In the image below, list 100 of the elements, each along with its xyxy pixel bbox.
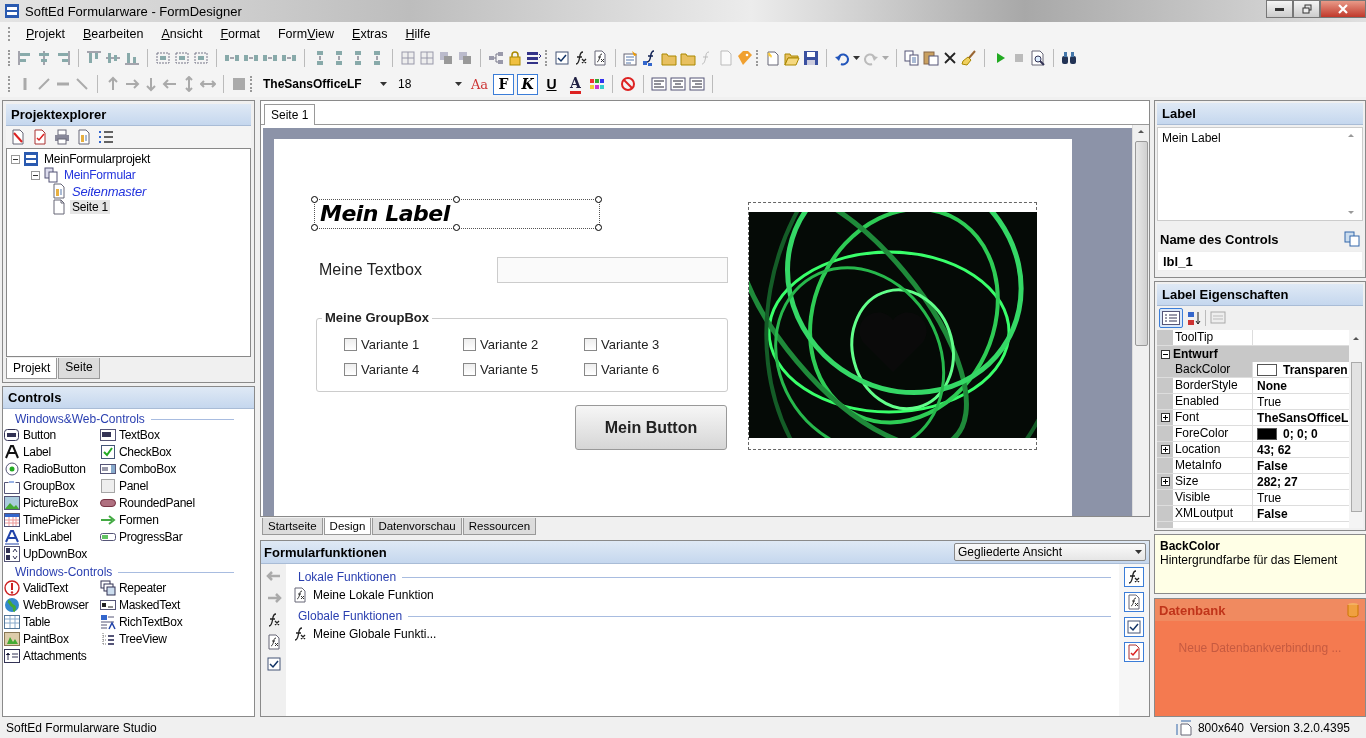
tag-icon[interactable] [737, 50, 753, 66]
scrollbar[interactable] [1349, 330, 1363, 528]
layers-icon[interactable] [438, 50, 454, 66]
property-name[interactable]: Location [1173, 442, 1253, 457]
master-page-icon[interactable] [76, 129, 92, 145]
save-icon[interactable] [803, 50, 819, 66]
expand-icon[interactable] [1160, 477, 1170, 486]
control-item[interactable]: GroupBox [23, 479, 75, 493]
tree-item[interactable]: MeinFormular [62, 168, 138, 182]
view-dropdown[interactable]: Gegliederte Ansicht [954, 543, 1146, 561]
function-item[interactable]: Meine Globale Funkti... [313, 627, 437, 641]
checkbox[interactable] [463, 338, 476, 351]
property-name[interactable]: BackColor [1173, 362, 1253, 377]
menu-item[interactable]: Extras [343, 24, 397, 43]
dropdown-arrow-icon[interactable] [853, 56, 860, 60]
align-top-icon[interactable] [86, 50, 102, 66]
menu-item[interactable]: Ansicht [152, 24, 212, 43]
control-name-field[interactable]: lbl_1 [1157, 251, 1363, 271]
side-button[interactable] [1124, 617, 1144, 637]
checkbox[interactable] [344, 363, 357, 376]
expand-icon[interactable] [1160, 413, 1170, 422]
folder-icon[interactable] [680, 50, 696, 66]
text-align-left-icon[interactable] [651, 76, 667, 92]
print-preview-icon[interactable] [1030, 50, 1046, 66]
close-button[interactable] [1320, 0, 1366, 18]
copy-icon[interactable] [1344, 231, 1360, 247]
same-size-icon[interactable] [155, 50, 171, 66]
collapse-icon[interactable] [11, 154, 20, 164]
grow-font-button[interactable]: Aa [469, 73, 490, 95]
property-pages-icon[interactable] [1210, 310, 1226, 326]
function-document-icon[interactable] [592, 50, 608, 66]
color-palette-icon[interactable] [589, 76, 605, 92]
control-item[interactable]: ComboBox [119, 462, 176, 476]
property-value[interactable]: Transparen [1283, 362, 1348, 377]
control-item[interactable]: TimePicker [23, 513, 80, 527]
control-item[interactable]: Attachments [23, 649, 87, 663]
function-document-icon[interactable] [265, 634, 282, 650]
control-item[interactable]: TextBox [119, 428, 160, 442]
property-value[interactable]: 282; 27 [1257, 474, 1298, 489]
checkbox-icon[interactable] [265, 656, 282, 672]
side-button[interactable] [1124, 592, 1144, 612]
text-align-center-icon[interactable] [670, 76, 686, 92]
control-item[interactable]: UpDownBox [23, 547, 87, 561]
control-item[interactable]: PaintBox [23, 632, 69, 646]
numbered-list-icon[interactable] [98, 129, 114, 145]
italic-button[interactable]: K [517, 73, 538, 95]
scrollbar[interactable] [1132, 125, 1149, 516]
copy-icon[interactable] [904, 50, 920, 66]
same-size-icon[interactable] [174, 50, 190, 66]
checkbox[interactable] [584, 338, 597, 351]
menu-item[interactable]: Projekt [17, 24, 74, 43]
form-button[interactable]: Mein Button [575, 405, 727, 450]
tab[interactable]: Startseite [262, 518, 323, 535]
tab[interactable]: Design [323, 518, 372, 535]
property-name[interactable]: MetaInfo [1173, 458, 1253, 473]
menu-item[interactable]: FormView [269, 24, 344, 43]
layers-icon[interactable] [457, 50, 473, 66]
diagonal-line-icon[interactable] [74, 76, 90, 92]
control-item[interactable]: Table [23, 615, 51, 629]
property-name[interactable]: ToolTip [1173, 330, 1253, 345]
control-item[interactable]: Repeater [119, 581, 166, 595]
property-name[interactable]: Font [1173, 410, 1253, 425]
expand-icon[interactable] [1160, 349, 1170, 359]
control-item[interactable]: PictureBox [23, 496, 79, 510]
property-value[interactable]: None [1257, 378, 1287, 393]
control-item[interactable]: ValidText [23, 581, 69, 595]
menu-item[interactable]: Hilfe [396, 24, 440, 43]
property-value[interactable]: 43; 62 [1257, 442, 1292, 457]
delete-page-icon[interactable] [10, 129, 26, 145]
property-name[interactable]: Size [1173, 474, 1253, 489]
menu-item[interactable]: Bearbeiten [73, 24, 153, 43]
control-item[interactable]: RadioButton [23, 462, 86, 476]
control-item[interactable]: RoundedPanel [119, 496, 195, 510]
bold-button[interactable]: F [493, 73, 514, 95]
property-value[interactable]: False [1257, 458, 1288, 473]
control-item[interactable]: LinkLabel [23, 530, 72, 544]
down-arrow-icon[interactable] [143, 76, 159, 92]
control-item[interactable]: TreeView [119, 632, 167, 646]
grid-icon[interactable] [419, 50, 435, 66]
checkbox[interactable] [463, 363, 476, 376]
tab[interactable]: Datenvorschau [372, 518, 462, 535]
collapse-icon[interactable] [31, 170, 40, 180]
function-item[interactable]: Meine Lokale Funktion [313, 588, 434, 602]
checkbox[interactable] [584, 363, 597, 376]
align-center-icon[interactable] [36, 50, 52, 66]
binoculars-icon[interactable] [1061, 50, 1077, 66]
same-size-icon[interactable] [193, 50, 209, 66]
function-icon[interactable] [573, 50, 589, 66]
brush-icon[interactable] [961, 50, 977, 66]
document-tab[interactable]: Seite 1 [264, 104, 316, 125]
printer-icon[interactable] [54, 129, 70, 145]
minimize-button[interactable] [1266, 0, 1293, 18]
sort-alphabetical-icon[interactable] [1187, 311, 1201, 325]
tree-item[interactable]: Seite 1 [70, 200, 110, 214]
property-name[interactable]: ForeColor [1173, 426, 1253, 441]
control-item[interactable]: Button [23, 428, 56, 442]
tab[interactable]: Seite [58, 358, 100, 379]
square-icon[interactable] [231, 76, 247, 92]
tab[interactable]: Ressourcen [462, 518, 537, 535]
underline-button[interactable]: U [541, 73, 562, 95]
